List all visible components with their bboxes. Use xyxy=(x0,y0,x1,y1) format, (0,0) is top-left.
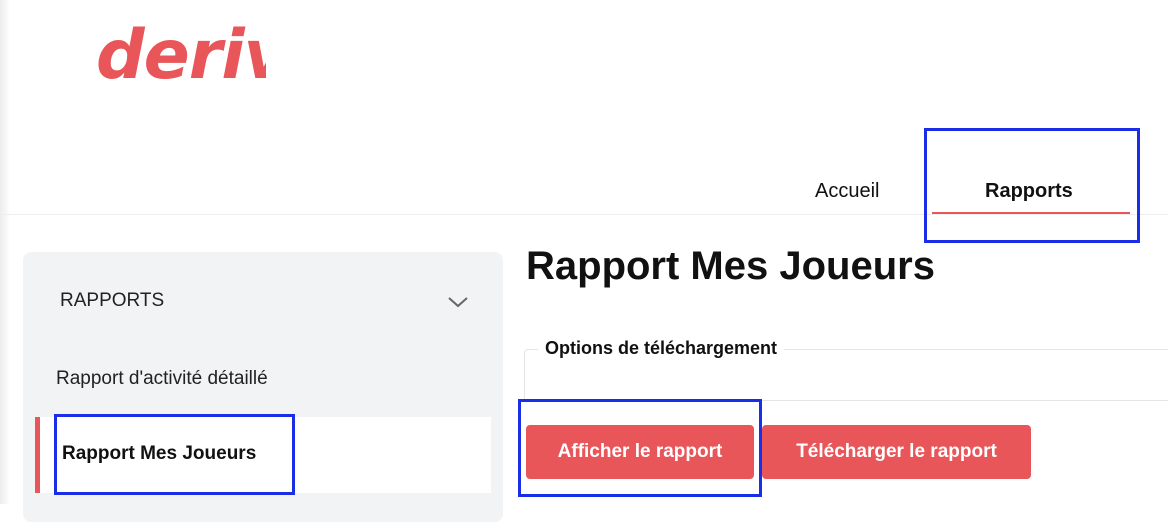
nav-link-accueil[interactable]: Accueil xyxy=(815,180,879,203)
chevron-down-icon[interactable] xyxy=(446,292,470,312)
deriv-logo[interactable]: deriv xyxy=(96,16,292,95)
view-report-button[interactable]: Afficher le rapport xyxy=(526,425,754,479)
header-divider xyxy=(0,214,1168,215)
sidebar-item-active-bar xyxy=(35,417,40,493)
nav-link-rapports[interactable]: Rapports xyxy=(985,180,1073,203)
download-report-button[interactable]: Télécharger le rapport xyxy=(762,425,1031,479)
logo-text: deriv xyxy=(96,20,266,90)
download-options-legend: Options de téléchargement xyxy=(538,338,785,359)
sidebar-section-rapports[interactable]: RAPPORTS xyxy=(60,290,164,312)
sidebar-item-players-report[interactable]: Rapport Mes Joueurs xyxy=(62,443,256,465)
sidebar-item-activity-report[interactable]: Rapport d'activité détaillé xyxy=(56,368,268,390)
window-edge-shade xyxy=(0,0,10,504)
page-title: Rapport Mes Joueurs xyxy=(526,244,935,288)
